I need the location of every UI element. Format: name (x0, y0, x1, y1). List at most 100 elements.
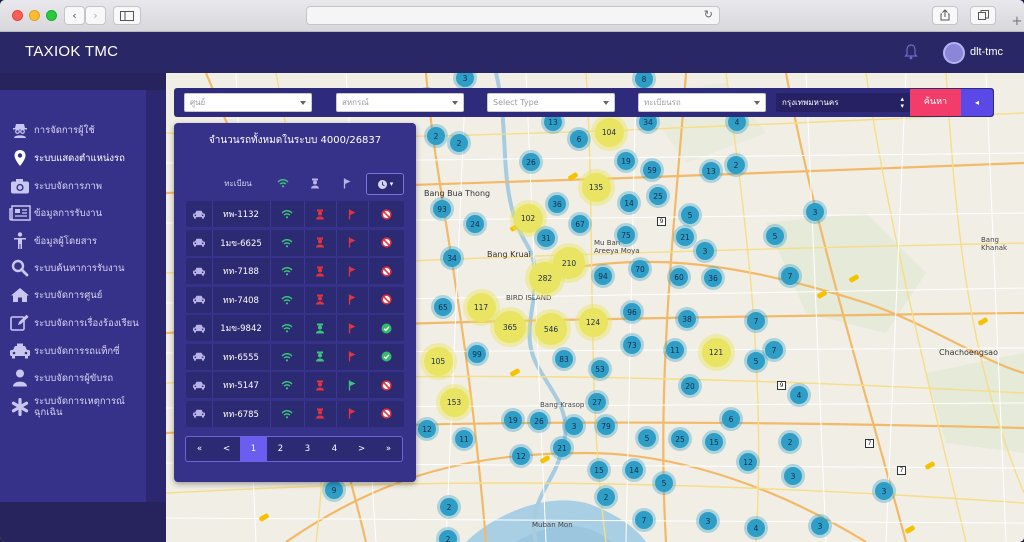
map-cluster-marker[interactable]: 7 (747, 312, 765, 330)
vehicle-row[interactable]: ทท-5147 (186, 372, 404, 398)
sidebar-item-emergency[interactable]: ระบบจัดการเหตุการณ์ ฉุกเฉิน (8, 392, 146, 422)
map-cluster-marker[interactable]: 94 (594, 267, 612, 285)
map-cluster-marker[interactable]: 6 (570, 130, 588, 148)
map-cluster-marker[interactable]: 3 (806, 203, 824, 221)
map-cluster-marker[interactable]: 2 (439, 530, 457, 542)
map-cluster-marker[interactable]: 2 (427, 127, 445, 145)
forward-button[interactable]: › (85, 6, 106, 25)
map-cluster-marker[interactable]: 365 (494, 311, 526, 343)
map-cluster-marker[interactable]: 104 (594, 117, 624, 147)
map-cluster-marker[interactable]: 153 (439, 387, 469, 417)
map-cluster-marker[interactable]: 27 (588, 393, 606, 411)
sidebar-item-vehicle-location[interactable]: ระบบแสดงตำแหน่งรถ (8, 145, 146, 171)
map-cluster-marker[interactable]: 11 (455, 430, 473, 448)
plate-select[interactable]: ทะเบียนรถ (638, 93, 766, 112)
map-cluster-marker[interactable]: 75 (617, 226, 635, 244)
sidebar-item-center-management[interactable]: ระบบจัดการศูนย์ (8, 282, 146, 308)
sidebar-toggle-button[interactable] (113, 6, 141, 25)
vehicle-row[interactable]: ทพ-1132 (186, 201, 404, 227)
map-cluster-marker[interactable]: 105 (423, 346, 453, 376)
province-select[interactable]: กรุงเทพมหานคร ▴ ▾ (776, 93, 910, 112)
sidebar-item-job-search[interactable]: ระบบค้นหาการรับงาน (8, 255, 146, 281)
map-cluster-marker[interactable]: 25 (671, 430, 689, 448)
username[interactable]: dlt-tmc (970, 46, 1003, 58)
map-cluster-marker[interactable]: 3 (696, 242, 714, 260)
map-cluster-marker[interactable]: 36 (548, 195, 566, 213)
map-cluster-marker[interactable]: 60 (670, 268, 688, 286)
map-cluster-marker[interactable]: 13 (702, 162, 720, 180)
map-cluster-marker[interactable]: 2 (781, 433, 799, 451)
map-cluster-marker[interactable]: 7 (765, 341, 783, 359)
map-cluster-marker[interactable]: 15 (705, 433, 723, 451)
sidebar-item-passenger-data[interactable]: ข้อมูลผู้โดยสาร (8, 228, 146, 254)
map-cluster-marker[interactable]: 3 (811, 517, 829, 535)
map-cluster-marker[interactable]: 19 (617, 152, 635, 170)
sidebar-item-image-management[interactable]: ระบบจัดการภาพ (8, 173, 146, 199)
map-cluster-marker[interactable]: 21 (553, 439, 571, 457)
map-cluster-marker[interactable]: 5 (681, 206, 699, 224)
map-cluster-marker[interactable]: 73 (623, 336, 641, 354)
map-cluster-marker[interactable]: 124 (578, 307, 608, 337)
maximize-window-button[interactable] (46, 10, 57, 21)
map-cluster-marker[interactable]: 2 (440, 498, 458, 516)
driver-column-icon[interactable] (304, 175, 326, 191)
vehicle-row[interactable]: ทท-7408 (186, 286, 404, 313)
wifi-icon[interactable] (272, 175, 294, 191)
sidebar-item-user-management[interactable]: การจัดการผู้ใช้ (8, 117, 146, 143)
map-cluster-marker[interactable]: 282 (529, 262, 561, 294)
map-cluster-marker[interactable]: 12 (739, 453, 757, 471)
map-cluster-marker[interactable]: 3 (565, 417, 583, 435)
map-cluster-marker[interactable]: 5 (747, 352, 765, 370)
vehicle-row[interactable]: ทท-7188 (186, 258, 404, 284)
page-3-button[interactable]: 3 (294, 437, 321, 461)
map-cluster-marker[interactable]: 117 (466, 292, 496, 322)
meter-flag-column-icon[interactable] (336, 175, 358, 191)
sidebar-item-complaints[interactable]: ระบบจัดการเรื่องร้องเรียน (8, 310, 146, 336)
map-cluster-marker[interactable]: 9 (325, 481, 343, 499)
page-prev-button[interactable]: < (213, 437, 240, 461)
address-bar[interactable]: ↻ (306, 6, 720, 25)
map-cluster-marker[interactable]: 3 (875, 482, 893, 500)
map-cluster-marker[interactable]: 15 (590, 461, 608, 479)
close-window-button[interactable] (12, 10, 23, 21)
map-cluster-marker[interactable]: 6 (722, 410, 740, 428)
page-first-button[interactable]: « (186, 437, 213, 461)
map-cluster-marker[interactable]: 31 (537, 229, 555, 247)
map-cluster-marker[interactable]: 65 (434, 298, 452, 316)
map-cluster-marker[interactable]: 79 (597, 417, 615, 435)
vehicle-row[interactable]: ทท-6555 (186, 343, 404, 370)
map-cluster-marker[interactable]: 4 (747, 519, 765, 537)
coop-select[interactable]: สหกรณ์ (336, 93, 464, 112)
page-2-button[interactable]: 2 (267, 437, 294, 461)
map-cluster-marker[interactable]: 2 (450, 134, 468, 152)
sidebar-item-taxi-management[interactable]: ระบบจัดการรถแท็กซี่ (8, 338, 146, 364)
map-cluster-marker[interactable]: 4 (790, 386, 808, 404)
search-button[interactable]: ค้นหา (910, 89, 961, 116)
vehicle-row[interactable]: 1มข-6625 (186, 229, 404, 256)
minimize-window-button[interactable] (29, 10, 40, 21)
type-select[interactable]: Select Type (487, 93, 615, 112)
map-cluster-marker[interactable]: 121 (701, 337, 731, 367)
bell-icon[interactable] (903, 43, 919, 61)
vehicle-row[interactable]: ทท-6785 (186, 400, 404, 427)
map-cluster-marker[interactable]: 24 (466, 215, 484, 233)
map-cluster-marker[interactable]: 38 (678, 310, 696, 328)
reload-icon[interactable]: ↻ (704, 8, 713, 21)
map-cluster-marker[interactable]: 7 (635, 511, 653, 529)
map-cluster-marker[interactable]: 93 (433, 200, 451, 218)
page-last-button[interactable]: » (375, 437, 402, 461)
map-cluster-marker[interactable]: 12 (418, 420, 436, 438)
map-cluster-marker[interactable]: 21 (676, 228, 694, 246)
map-cluster-marker[interactable]: 12 (512, 447, 530, 465)
map-cluster-marker[interactable]: 5 (655, 474, 673, 492)
map-cluster-marker[interactable]: 3 (784, 467, 802, 485)
map-cluster-marker[interactable]: 14 (620, 194, 638, 212)
map-cluster-marker[interactable]: 102 (513, 203, 543, 233)
map-cluster-marker[interactable]: 546 (535, 313, 567, 345)
map-cluster-marker[interactable]: 83 (555, 350, 573, 368)
map-cluster-marker[interactable]: 99 (468, 345, 486, 363)
page-next-button[interactable]: > (348, 437, 375, 461)
map-cluster-marker[interactable]: 36 (704, 269, 722, 287)
map-cluster-marker[interactable]: 26 (530, 412, 548, 430)
map-cluster-marker[interactable]: 59 (643, 161, 661, 179)
